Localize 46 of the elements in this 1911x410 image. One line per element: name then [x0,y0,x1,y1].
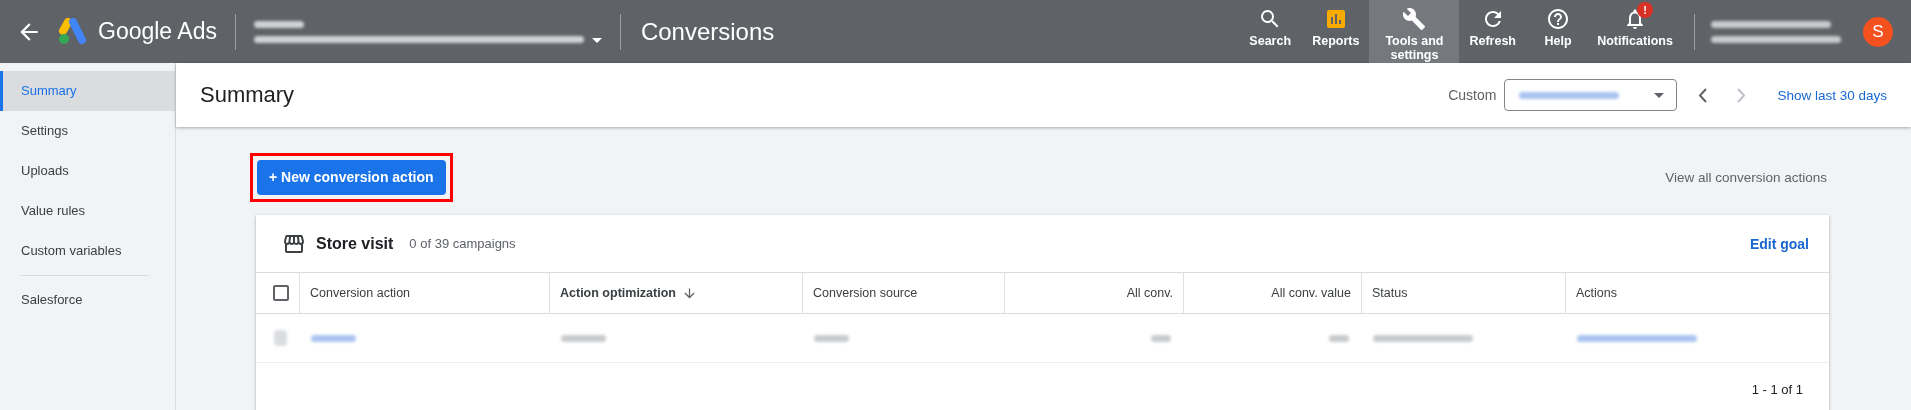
column-header[interactable]: Conversion action [299,272,549,314]
caret-icon [591,37,602,43]
show-last-link[interactable]: Show last 30 days [1777,87,1887,103]
help-icon [1546,7,1570,31]
section-title: Summary [200,82,295,108]
blurred-text [1329,334,1349,342]
pagination-text: 1 - 1 of 1 [1750,380,1804,399]
nav-button[interactable]: Reports [1302,0,1370,63]
sidebar-item[interactable]: Value rules [0,191,175,231]
nav-button[interactable]: Tools and settings [1369,0,1460,63]
blurred-text [253,20,304,28]
column-header[interactable]: All conv. [1004,272,1183,314]
nav-button[interactable]: Search [1238,0,1303,63]
nav-button[interactable]: Refresh [1459,0,1526,63]
range-label: Custom [1448,87,1497,103]
column-header[interactable]: Conversion source [802,272,1004,314]
edit-goal-link[interactable]: Edit goal [1749,235,1809,252]
chevron-right-icon [1737,87,1747,103]
blurred-text [814,334,849,342]
card-title: Store visit [316,234,394,253]
account-selector[interactable] [253,20,602,43]
date-range-field[interactable] [1504,79,1678,111]
nav-button[interactable]: Help [1526,0,1590,63]
column-header[interactable]: All conv. value [1183,272,1361,314]
chevron-left-icon [1698,87,1708,103]
sidebar-item[interactable]: Custom variables [0,231,175,271]
notification-badge: ! [1637,2,1653,18]
page-title: Conversions [640,17,775,46]
sidebar-item[interactable]: Salesforce [0,280,175,320]
logo-icon [58,18,88,45]
column-header[interactable]: Status [1361,272,1565,314]
blurred-text [1151,334,1171,342]
sidebar-item[interactable]: Settings [0,111,175,151]
new-conversion-button[interactable]: + New conversion action [257,159,446,195]
product-name: Google Ads [98,18,217,45]
column-header[interactable]: Action optimization [549,272,802,314]
view-all-link[interactable]: View all conversion actions [1665,169,1827,185]
campaign-count: 0 of 39 campaigns [409,236,516,251]
wrench-icon [1402,7,1427,31]
caret-icon [1654,92,1665,98]
blurred-text [561,334,606,342]
sidebar-item[interactable]: Uploads [0,151,175,191]
blurred-text [311,334,356,342]
nav-button[interactable]: Notifications ! [1590,0,1680,63]
select-all-checkbox[interactable] [272,285,289,301]
column-header[interactable]: Actions [1565,272,1829,314]
